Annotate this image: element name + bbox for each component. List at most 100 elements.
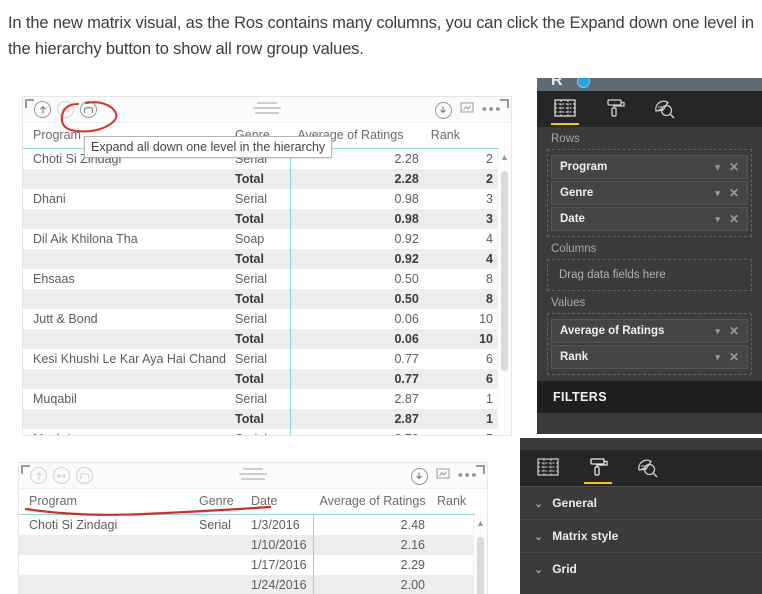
focus-mode-icon[interactable] — [460, 101, 474, 119]
more-options-icon[interactable]: ••• — [482, 102, 502, 117]
drill-controls — [30, 467, 93, 484]
table-row[interactable]: Ehsaas Serial 0.50 8 — [23, 269, 499, 289]
field-chip[interactable]: Program ▾ ✕ — [551, 155, 748, 179]
chevron-down-icon[interactable]: ⌄ — [534, 497, 543, 510]
cell-genre — [193, 555, 245, 575]
expand-all-hierarchy-icon[interactable] — [80, 101, 97, 118]
field-chip[interactable]: Genre ▾ ✕ — [551, 181, 748, 205]
col-header-rank[interactable]: Rank — [431, 489, 475, 515]
table-row[interactable]: MushriqSerial0.795 — [23, 429, 499, 435]
table-row[interactable]: 1/24/2016 2.00 — [19, 575, 475, 594]
table-row[interactable]: Dil Aik Khilona Tha Soap 0.92 4 — [23, 229, 499, 249]
top-matrix-tool-right: ••• — [434, 101, 502, 119]
col-header-date[interactable]: Date — [245, 489, 313, 515]
field-chip[interactable]: Average of Ratings ▾ ✕ — [551, 319, 748, 343]
focus-mode-icon[interactable] — [436, 467, 450, 485]
cell-average-of-ratings: 2.87 — [290, 409, 425, 429]
download-arrow-icon[interactable] — [434, 101, 452, 119]
table-row[interactable]: 1/17/2016 2.29 — [19, 555, 475, 575]
cell-rank: 6 — [424, 369, 499, 389]
col-header-rank[interactable]: Rank — [424, 123, 499, 149]
chevron-down-icon[interactable]: ▾ — [715, 326, 720, 337]
cell-genre: Serial — [235, 312, 268, 326]
cell-genre — [193, 535, 245, 555]
cell-genre — [193, 575, 245, 594]
table-row[interactable]: Jutt & Bond Serial 0.06 10 — [23, 309, 499, 329]
cell-program — [23, 249, 230, 269]
fields-tab[interactable] — [534, 453, 562, 483]
well-label-rows: Rows — [551, 133, 580, 145]
drill-down-toggle-icon[interactable] — [57, 101, 74, 118]
filters-section-title[interactable]: FILTERS — [537, 381, 762, 413]
field-chip[interactable]: Rank ▾ ✕ — [551, 345, 748, 369]
format-section-matrix-style[interactable]: ⌄ Matrix style — [520, 519, 762, 552]
chevron-down-icon[interactable]: ▾ — [715, 162, 720, 173]
download-arrow-icon[interactable] — [410, 467, 428, 485]
expand-all-hierarchy-icon[interactable] — [76, 467, 93, 484]
table-row[interactable]: Dhani Serial 0.98 3 — [23, 189, 499, 209]
remove-field-icon[interactable]: ✕ — [729, 350, 739, 364]
cell-rank: 1 — [486, 392, 493, 406]
analytics-tab[interactable] — [634, 453, 662, 483]
drill-down-toggle-icon[interactable] — [53, 467, 70, 484]
expand-hierarchy-tooltip: Expand all down one level in the hierarc… — [84, 136, 333, 158]
table-row[interactable]: Total 0.77 6 — [23, 369, 499, 389]
dropzone-columns[interactable]: Drag data fields here — [547, 259, 752, 291]
chevron-down-icon[interactable]: ⌄ — [534, 530, 543, 543]
dropzone-rows[interactable]: Program ▾ ✕ Genre ▾ ✕ Date ▾ ✕ — [547, 149, 752, 237]
table-row[interactable]: Total 0.06 10 — [23, 329, 499, 349]
table-row[interactable]: Total 0.98 3 — [23, 209, 499, 229]
table-row[interactable]: Muqabil Serial 2.87 1 — [23, 389, 499, 409]
scroll-up-chevron-icon[interactable]: ▲ — [498, 152, 511, 162]
field-chip-label: Genre — [560, 187, 594, 199]
cell-rank: 4 — [424, 249, 499, 269]
table-row[interactable]: Total 0.92 4 — [23, 249, 499, 269]
remove-field-icon[interactable]: ✕ — [729, 160, 739, 174]
cell-average-of-ratings: 2.29 — [312, 555, 431, 575]
scroll-up-chevron-icon[interactable]: ▲ — [474, 518, 487, 528]
field-chip[interactable]: Date ▾ ✕ — [551, 207, 748, 231]
field-chip-label: Program — [560, 161, 608, 173]
scroll-thumb[interactable] — [477, 537, 484, 594]
cell-rank: 10 — [479, 312, 493, 326]
drill-up-arrow-icon[interactable] — [34, 101, 51, 118]
col-header-average-of-ratings[interactable]: Average of Ratings — [313, 489, 431, 515]
matrix-menu-icon[interactable] — [253, 102, 281, 117]
remove-field-icon[interactable]: ✕ — [729, 212, 739, 226]
fields-tab[interactable] — [551, 94, 579, 125]
chevron-down-icon[interactable]: ⌄ — [534, 563, 543, 576]
scroll-thumb[interactable] — [501, 171, 508, 371]
cell-rank: 2 — [486, 152, 493, 166]
matrix-menu-icon[interactable] — [239, 468, 267, 483]
format-tab[interactable] — [584, 453, 612, 484]
drill-controls — [34, 101, 97, 118]
remove-field-icon[interactable]: ✕ — [729, 186, 739, 200]
drill-up-arrow-icon[interactable] — [30, 467, 47, 484]
format-section-general[interactable]: ⌄ General — [520, 486, 762, 519]
dropzone-values[interactable]: Average of Ratings ▾ ✕ Rank ▾ ✕ — [547, 313, 752, 375]
chevron-down-icon[interactable]: ▾ — [715, 188, 720, 199]
col-header-genre[interactable]: Genre — [193, 489, 245, 515]
analytics-tab[interactable] — [651, 94, 679, 124]
chevron-down-icon[interactable]: ▾ — [715, 352, 720, 363]
table-row[interactable]: Choti Si Zindagi Serial 1/3/2016 2.48 — [19, 514, 475, 535]
cell-rank: 2 — [424, 169, 499, 189]
table-row[interactable]: Total 2.28 2 — [23, 169, 499, 189]
format-pane-topgap — [520, 438, 762, 450]
remove-field-icon[interactable]: ✕ — [729, 324, 739, 338]
format-tab[interactable] — [601, 94, 629, 124]
chevron-down-icon[interactable]: ▾ — [715, 214, 720, 225]
format-section-grid[interactable]: ⌄ Grid — [520, 552, 762, 585]
drag-fields-placeholder: Drag data fields here — [559, 269, 666, 281]
cell-genre: Serial — [235, 272, 268, 286]
table-row[interactable]: 1/10/2016 2.16 — [19, 535, 475, 555]
table-row[interactable]: Total 2.87 1 — [23, 409, 499, 429]
col-header-program[interactable]: Program — [19, 489, 193, 515]
bottom-matrix-body: Choti Si Zindagi Serial 1/3/2016 2.48 1/10/2… — [19, 514, 475, 594]
table-row[interactable]: Kesi Khushi Le Kar Aya Hai Chand Serial 0.… — [23, 349, 499, 369]
bottom-matrix-scrollbar[interactable]: ▲ — [473, 515, 487, 594]
more-options-icon[interactable]: ••• — [458, 468, 478, 483]
table-row[interactable]: Total 0.50 8 — [23, 289, 499, 309]
top-matrix-table: Program Genre Average of Ratings Rank Ch… — [23, 123, 499, 435]
top-matrix-scrollbar[interactable]: ▲ — [497, 149, 511, 435]
